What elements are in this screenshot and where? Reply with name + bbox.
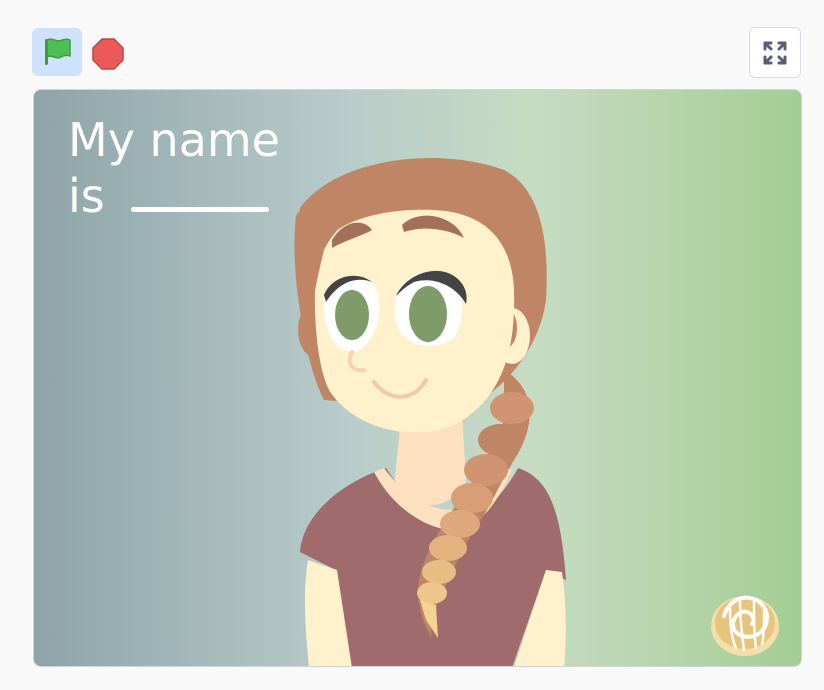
stage-toolbar [0, 0, 824, 86]
name-blank-line [131, 207, 269, 212]
title-text-line1: My name [68, 113, 280, 167]
title-text-line2: is [68, 169, 105, 223]
fullscreen-icon [763, 41, 787, 64]
stop-button[interactable] [90, 36, 126, 72]
fullscreen-button[interactable] [749, 27, 801, 78]
stage-backdrop [34, 90, 801, 666]
stop-sign-icon [92, 38, 124, 70]
green-flag-icon [45, 38, 71, 65]
stage-canvas[interactable]: My name is [33, 89, 802, 667]
cinnamon-roll-icon[interactable] [711, 595, 779, 656]
green-flag-button[interactable] [32, 28, 82, 76]
